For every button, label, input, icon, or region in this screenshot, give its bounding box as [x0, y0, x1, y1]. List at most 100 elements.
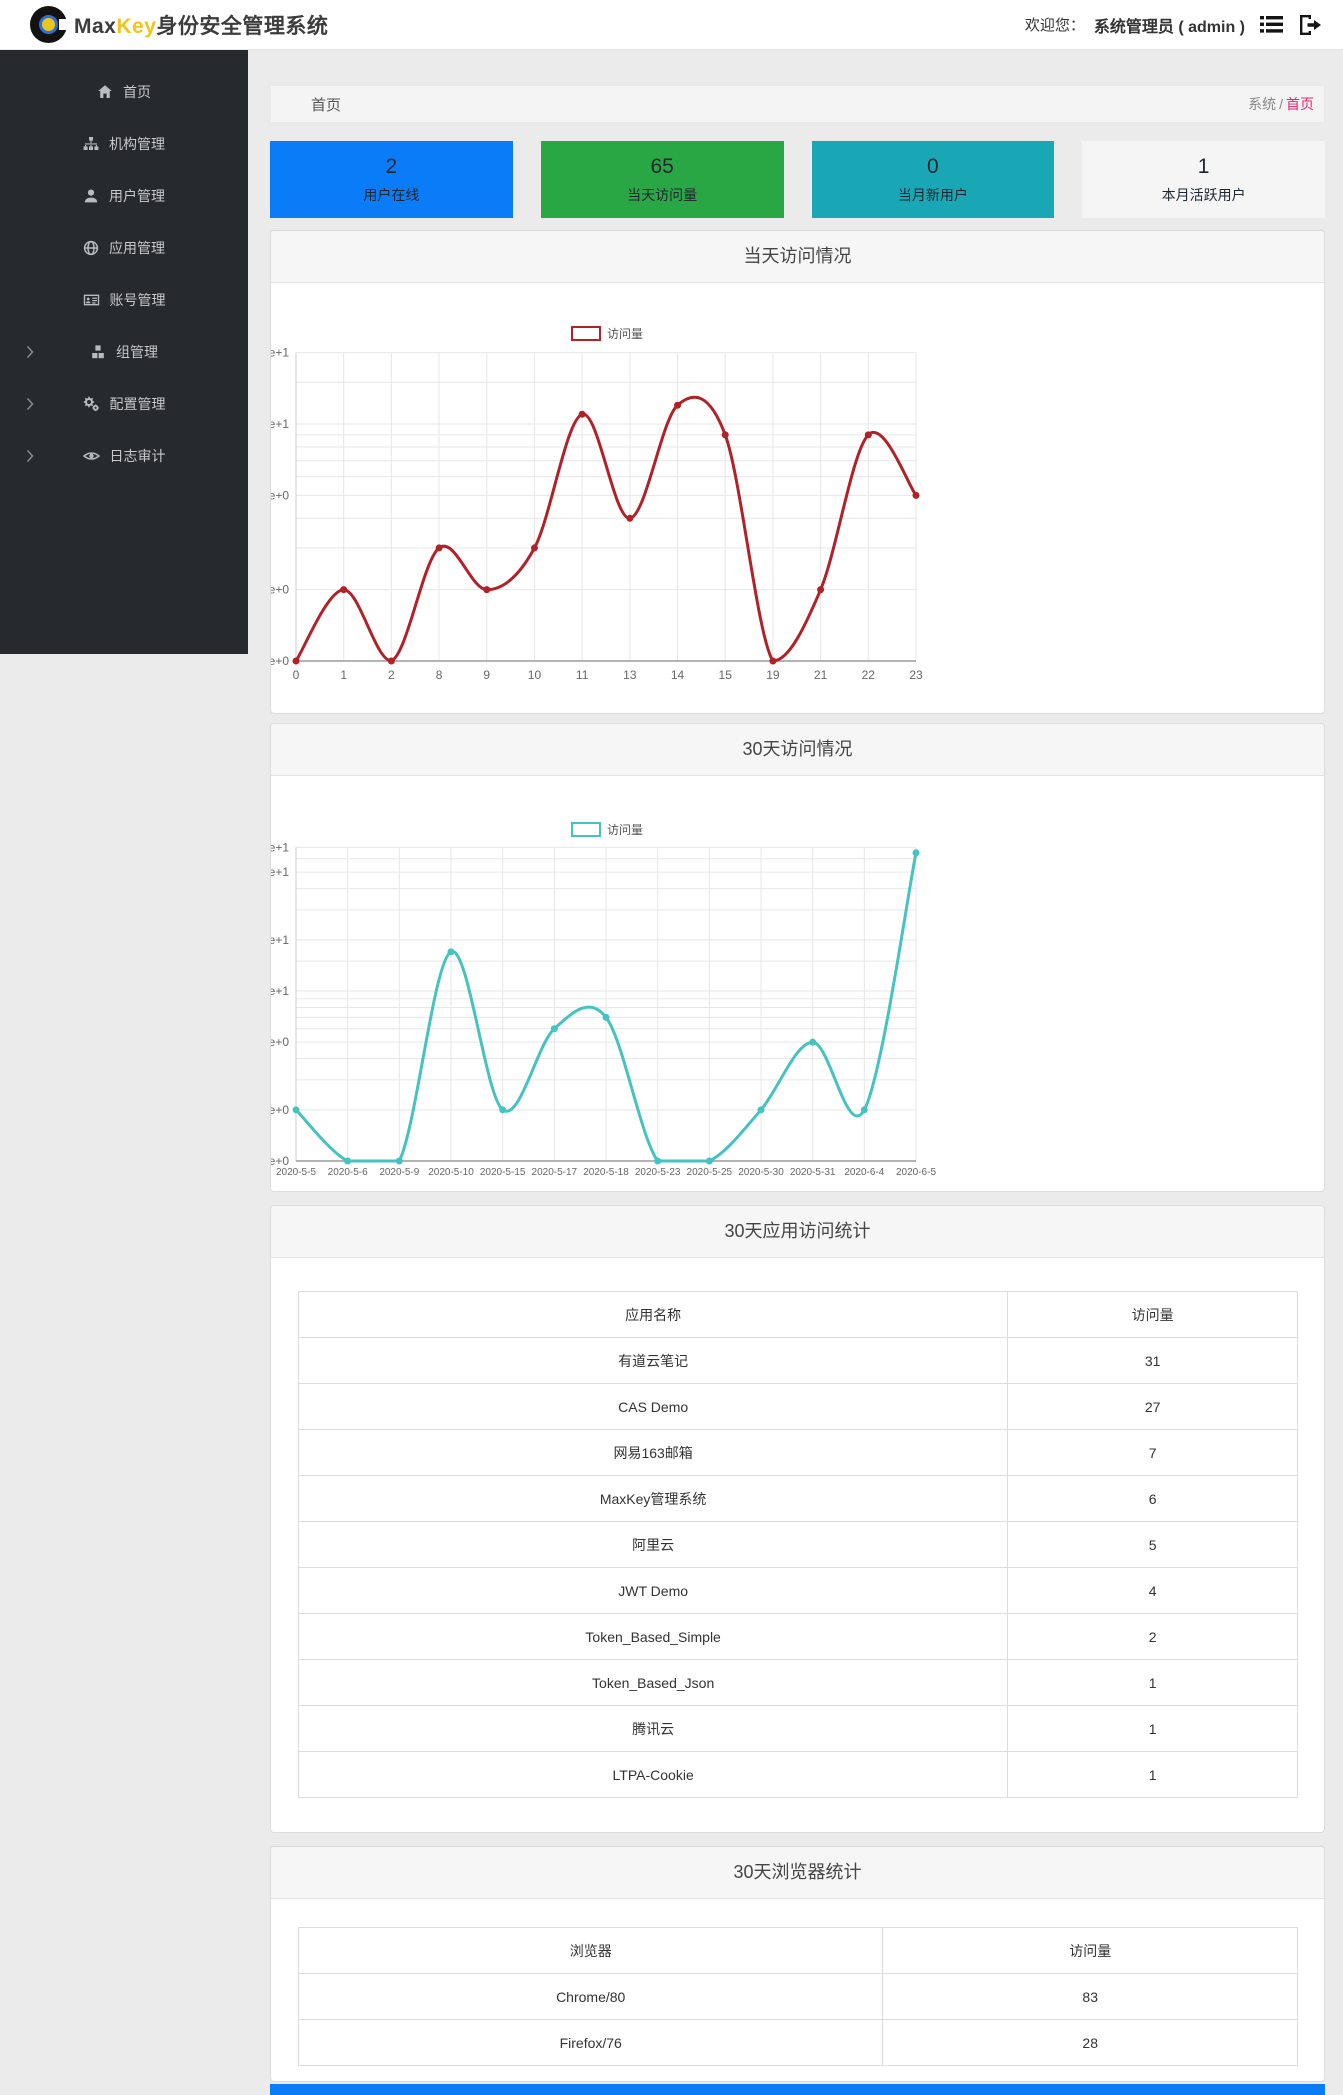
table-row: Firefox/76 28 — [297, 2019, 1298, 2066]
table-cell: 有道云笔记 — [297, 1337, 1009, 1384]
data-point — [550, 1025, 558, 1033]
table-cell: 1 — [1007, 1751, 1298, 1798]
data-point — [721, 431, 729, 439]
table-cell: 7 — [1007, 1429, 1298, 1476]
data-point — [864, 431, 872, 439]
table-cell: 腾讯云 — [297, 1705, 1009, 1752]
svg-text:1e+1: 1e+1 — [271, 984, 289, 998]
data-point — [769, 657, 777, 665]
table-cell: Firefox/76 — [297, 2019, 884, 2066]
sidebar-item-groups[interactable]: 组管理 — [0, 326, 248, 378]
svg-text:2020-5-23: 2020-5-23 — [635, 1167, 681, 1178]
app-title: MaxKey身份安全管理系统 — [74, 10, 328, 40]
stat-label: 当月新用户 — [897, 187, 968, 203]
table-cell: Token_Based_Json — [297, 1659, 1009, 1706]
stat-value: 65 — [650, 155, 674, 178]
app-visits-table: 应用名称 访问量 有道云笔记 31 CAS Demo 27 网易163邮箱 7 MaxKey管理… — [297, 1291, 1298, 1798]
table-row: Chrome/80 83 — [297, 1973, 1298, 2020]
data-point — [757, 1106, 765, 1114]
svg-text:2020-6-5: 2020-6-5 — [896, 1167, 936, 1178]
list-icon[interactable] — [1260, 15, 1283, 34]
chevron-right-icon — [26, 397, 34, 411]
sidebar: 首页 机构管理 用户管理 应用管理 账号管理 组管理 配置管理 日志审计 — [0, 50, 248, 654]
id-card-icon — [83, 294, 99, 306]
table-cell: Token_Based_Simple — [297, 1613, 1009, 1660]
breadcrumb-current-link[interactable]: 首页 — [1286, 96, 1314, 112]
table-cell: JWT Demo — [297, 1567, 1009, 1614]
table-cell: 1 — [1007, 1705, 1298, 1752]
svg-text:1e+1: 1e+1 — [271, 417, 289, 431]
data-point — [387, 657, 395, 665]
data-point — [817, 586, 825, 594]
sidebar-item-config[interactable]: 配置管理 — [0, 378, 248, 430]
data-point — [344, 1157, 352, 1165]
data-point — [602, 1013, 610, 1021]
svg-text:22: 22 — [862, 668, 876, 682]
welcome-label: 欢迎您： — [1024, 17, 1085, 34]
sidebar-item-label: 日志审计 — [109, 448, 166, 464]
svg-text:19: 19 — [766, 668, 780, 682]
svg-text:2020-5-31: 2020-5-31 — [790, 1167, 836, 1178]
sidebar-item-home[interactable]: 首页 — [0, 66, 248, 118]
chart-legend[interactable]: 访问量 — [571, 822, 643, 837]
svg-text:2020-5-25: 2020-5-25 — [687, 1167, 733, 1178]
breadcrumb-root-link[interactable]: 系统 — [1248, 96, 1276, 112]
data-point — [499, 1106, 507, 1114]
sidebar-item-apps[interactable]: 应用管理 — [0, 222, 248, 274]
table-row: 网易163邮箱 7 — [297, 1429, 1298, 1476]
user-icon — [84, 189, 98, 203]
data-point — [292, 1106, 300, 1114]
sitemap-icon — [83, 137, 99, 150]
stat-label: 用户在线 — [363, 187, 420, 203]
x-axis-labels: 0 1 2 8 9 10 11 13 14 15 19 21 22 23 — [293, 668, 923, 682]
table-cell: Chrome/80 — [297, 1973, 884, 2020]
app-title-max: Max — [74, 14, 117, 38]
browser-stats-table: 浏览器 访问量 Chrome/80 83 Firefox/76 28 — [297, 1927, 1298, 2066]
svg-text:2020-5-5: 2020-5-5 — [276, 1167, 316, 1178]
eye-icon — [82, 452, 100, 460]
table-cell: MaxKey管理系统 — [297, 1475, 1009, 1522]
table-cell: 网易163邮箱 — [297, 1429, 1009, 1476]
sidebar-item-users[interactable]: 用户管理 — [0, 170, 248, 222]
column-header: 应用名称 — [297, 1291, 1009, 1338]
chart-line — [294, 395, 918, 663]
y-axis-labels: 1e+0 2e+0 5e+0 1e+1 2e+1 5e+1 7e+1 — [271, 840, 289, 1168]
app-title-key: Key — [116, 14, 157, 38]
app-title-suffix: 身份安全管理系统 — [156, 14, 329, 38]
panel-daily-visits: 当天访问情况 1e+0 2e+0 5e+0 1e+1 2e+1 0 1 2 8 9 10 11 13 14… — [270, 230, 1325, 714]
chart-grid — [295, 846, 917, 1161]
sidebar-item-audit[interactable]: 日志审计 — [0, 430, 248, 482]
sidebar-item-accounts[interactable]: 账号管理 — [0, 274, 248, 326]
data-point — [340, 586, 348, 594]
data-point — [578, 410, 586, 418]
table-cell: 2 — [1007, 1613, 1298, 1660]
svg-text:2020-5-30: 2020-5-30 — [738, 1167, 784, 1178]
logout-icon[interactable] — [1298, 14, 1323, 36]
table-row: 有道云笔记 31 — [297, 1337, 1298, 1384]
sidebar-item-label: 账号管理 — [109, 292, 166, 308]
stat-cards: 2 用户在线 65 当天访问量 0 当月新用户 1 本月活跃用户 — [270, 141, 1325, 218]
panel-title: 30天访问情况 — [271, 724, 1324, 776]
sidebar-item-orgs[interactable]: 机构管理 — [0, 118, 248, 170]
svg-text:5e+1: 5e+1 — [271, 865, 289, 879]
home-icon — [98, 85, 112, 98]
chart-legend[interactable]: 访问量 — [571, 326, 643, 341]
data-point — [705, 1157, 713, 1165]
page-title: 首页 — [311, 96, 342, 114]
svg-text:访问量: 访问量 — [607, 823, 643, 837]
svg-text:14: 14 — [671, 668, 685, 682]
table-cell: 83 — [882, 1973, 1298, 2020]
svg-text:2e+1: 2e+1 — [271, 933, 289, 947]
brand: MaxKey身份安全管理系统 — [30, 6, 328, 43]
data-point — [395, 1157, 403, 1165]
footer-accent-bar — [270, 2084, 1325, 2095]
cubes-icon — [92, 345, 104, 359]
stat-value: 1 — [1197, 155, 1210, 178]
data-point — [912, 849, 920, 857]
chevron-right-icon — [26, 345, 34, 359]
gears-icon — [83, 396, 99, 411]
svg-text:2e+0: 2e+0 — [271, 1103, 289, 1117]
stat-label: 当天访问量 — [627, 187, 698, 203]
stat-card-active-users: 1 本月活跃用户 — [1082, 141, 1325, 218]
svg-text:15: 15 — [719, 668, 733, 682]
